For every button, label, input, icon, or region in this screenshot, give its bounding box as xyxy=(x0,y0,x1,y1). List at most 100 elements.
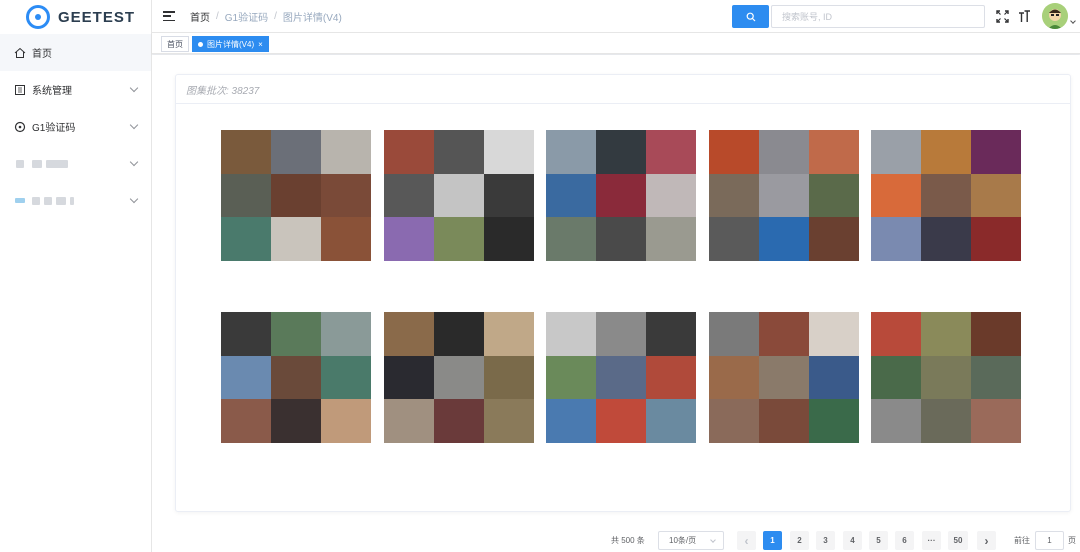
image-tile xyxy=(971,173,1021,218)
blurred-icon xyxy=(14,195,26,207)
card-title: 图集批次: 38237 xyxy=(176,75,1070,104)
image-tile xyxy=(484,173,534,218)
jump-page-input[interactable] xyxy=(1035,531,1064,550)
prev-page-button[interactable]: ‹ xyxy=(737,531,756,550)
image-set-thumbnail[interactable] xyxy=(709,312,859,443)
tags-view: 首页 图片详情(V4) × xyxy=(152,33,1080,54)
top-header: 首页 / G1验证码 / 图片详情(V4) xyxy=(152,0,1080,33)
image-tile xyxy=(759,217,809,261)
avatar[interactable] xyxy=(1042,3,1068,29)
image-tile xyxy=(384,173,434,218)
image-set-thumbnail[interactable] xyxy=(871,312,1021,443)
image-tile xyxy=(596,130,646,174)
image-tile xyxy=(871,312,921,356)
search-input[interactable] xyxy=(771,5,985,28)
image-tile xyxy=(596,217,646,261)
image-set-thumbnail[interactable] xyxy=(221,130,371,261)
brand-logo[interactable]: GEETEST xyxy=(0,0,151,34)
image-tile xyxy=(759,173,809,218)
image-tile xyxy=(809,173,859,218)
image-tile xyxy=(921,399,971,443)
image-set-thumbnail[interactable] xyxy=(546,130,696,261)
sidebar: GEETEST 首页 系统管理 G1验证码 xyxy=(0,0,152,552)
blurred-label xyxy=(32,159,42,168)
sidebar-item-system[interactable]: 系统管理 xyxy=(0,71,151,108)
image-tile xyxy=(596,355,646,400)
image-tile xyxy=(484,130,534,174)
image-tile xyxy=(546,355,596,400)
blurred-icon xyxy=(14,158,26,170)
image-tile xyxy=(809,217,859,261)
search-button[interactable] xyxy=(732,5,769,28)
sidebar-item-blurred-2[interactable] xyxy=(0,182,151,219)
image-tile xyxy=(646,173,696,218)
next-page-button[interactable]: › xyxy=(977,531,996,550)
tab-label: 图片详情(V4) xyxy=(207,39,255,49)
image-tile xyxy=(709,399,759,443)
image-tile xyxy=(971,312,1021,356)
image-tile xyxy=(321,399,371,443)
image-tile xyxy=(759,130,809,174)
image-set-thumbnail[interactable] xyxy=(546,312,696,443)
sidebar-item-home[interactable]: 首页 xyxy=(0,34,151,71)
active-dot-icon xyxy=(198,41,203,47)
image-tile xyxy=(759,355,809,400)
image-tile xyxy=(596,399,646,443)
page-button-2[interactable]: 2 xyxy=(790,531,809,550)
image-tile xyxy=(321,217,371,261)
blurred-label xyxy=(70,196,74,205)
close-icon[interactable]: × xyxy=(258,40,263,49)
image-set-thumbnail[interactable] xyxy=(871,130,1021,261)
image-tile xyxy=(384,130,434,174)
image-tile xyxy=(271,355,321,400)
image-set-thumbnail[interactable] xyxy=(384,312,534,443)
image-tile xyxy=(921,173,971,218)
page-button-6[interactable]: 6 xyxy=(895,531,914,550)
image-tile xyxy=(221,217,271,261)
image-tile xyxy=(271,217,321,261)
tab-home[interactable]: 首页 xyxy=(161,36,189,52)
image-tile xyxy=(434,217,484,261)
image-set-thumbnail[interactable] xyxy=(709,130,859,261)
image-tile xyxy=(271,130,321,174)
blurred-label xyxy=(56,196,66,205)
image-tile xyxy=(759,312,809,356)
page-ellipsis[interactable]: ··· xyxy=(922,531,941,550)
image-set-thumbnail[interactable] xyxy=(384,130,534,261)
tab-image-detail[interactable]: 图片详情(V4) × xyxy=(192,36,269,52)
image-set-card: 图集批次: 38237 xyxy=(175,74,1071,512)
geetest-logo-icon xyxy=(26,5,50,29)
image-tile xyxy=(971,217,1021,261)
sidebar-item-blurred-1[interactable] xyxy=(0,145,151,182)
chevron-down-icon xyxy=(129,120,139,130)
page-button-3[interactable]: 3 xyxy=(816,531,835,550)
sidebar-item-label: 首页 xyxy=(32,49,52,60)
chevron-down-icon xyxy=(129,157,139,167)
chevron-down-icon[interactable] xyxy=(1070,18,1076,24)
image-tile xyxy=(871,130,921,174)
pagination-total: 共 500 条 xyxy=(611,536,645,545)
page-button-5[interactable]: 5 xyxy=(869,531,888,550)
breadcrumb-home[interactable]: 首页 xyxy=(190,9,210,24)
page-button-50[interactable]: 50 xyxy=(948,531,968,550)
captcha-icon xyxy=(14,121,26,133)
breadcrumb: 首页 / G1验证码 / 图片详情(V4) xyxy=(190,9,342,24)
page-button-4[interactable]: 4 xyxy=(843,531,862,550)
page-size-value: 10条/页 xyxy=(669,536,697,545)
image-tile xyxy=(321,173,371,218)
image-set-thumbnail[interactable] xyxy=(221,312,371,443)
pagination: 共 500 条 10条/页 ‹ 123456 ··· 50 › 前往 页 xyxy=(152,531,1080,551)
sidebar-item-g1-captcha[interactable]: G1验证码 xyxy=(0,108,151,145)
hamburger-icon[interactable] xyxy=(163,11,175,21)
font-size-icon[interactable] xyxy=(1017,9,1031,23)
breadcrumb-g1-captcha[interactable]: G1验证码 xyxy=(225,9,268,24)
sidebar-item-label: G1验证码 xyxy=(32,123,76,134)
image-tile xyxy=(434,173,484,218)
fullscreen-icon[interactable] xyxy=(995,9,1009,23)
image-tile xyxy=(546,399,596,443)
image-tile xyxy=(709,312,759,356)
page-button-1[interactable]: 1 xyxy=(763,531,782,550)
image-tile xyxy=(921,130,971,174)
page-size-select[interactable]: 10条/页 xyxy=(658,531,724,550)
chevron-down-icon xyxy=(710,537,716,543)
